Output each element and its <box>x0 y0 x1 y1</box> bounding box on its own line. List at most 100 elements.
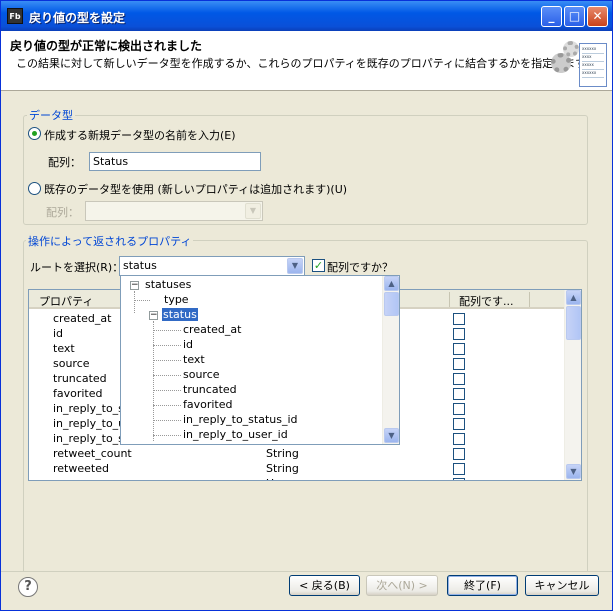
row-property: favorited <box>53 387 103 400</box>
scroll-up-icon[interactable]: ▲ <box>384 276 399 291</box>
tree-connector <box>153 345 181 346</box>
existing-type-radio-label[interactable]: 既存のデータ型を使用 (新しいプロパティは追加されます)(U) <box>44 181 347 197</box>
row-array-checkbox[interactable] <box>453 358 465 370</box>
tree-node-source[interactable]: source <box>182 368 221 381</box>
table-row[interactable]: retweet_count String <box>29 447 566 462</box>
column-header-is-array[interactable]: 配列です... <box>459 293 514 309</box>
tree-connector <box>134 291 135 313</box>
tree-connector <box>153 420 181 421</box>
tree-node-in-reply-to-user-id[interactable]: in_reply_to_user_id <box>182 428 289 441</box>
row-type: U <box>266 477 274 480</box>
form-card-icon: xxxxxx xxxx xxxxx xxxxxx <box>579 43 607 87</box>
existing-type-radio[interactable] <box>28 182 41 195</box>
row-property: retweet_count <box>53 447 132 460</box>
tree-node-truncated[interactable]: truncated <box>182 383 238 396</box>
table-row[interactable]: U <box>29 477 566 480</box>
row-array-checkbox[interactable] <box>453 478 465 480</box>
row-array-checkbox[interactable] <box>453 418 465 430</box>
tree-connector <box>153 405 181 406</box>
existing-array-select[interactable]: ▼ <box>85 201 263 221</box>
header-title: 戻り値の型が正常に検出されました <box>10 39 203 53</box>
row-array-checkbox[interactable] <box>453 463 465 475</box>
tree-scrollbar[interactable]: ▲ ▼ <box>382 276 399 444</box>
is-array-label[interactable]: 配列ですか？ <box>327 259 393 275</box>
tree-node-text[interactable]: text <box>182 353 206 366</box>
existing-array-label: 配列： <box>46 206 79 219</box>
maximize-button[interactable]: □ <box>564 6 585 27</box>
row-property: text <box>53 342 75 355</box>
new-array-label: 配列： <box>48 156 81 169</box>
wizard-footer: ? < 戻る(B) 次へ(N) > 終了(F) キャンセル <box>1 571 612 610</box>
scroll-up-icon[interactable]: ▲ <box>566 290 581 305</box>
column-separator[interactable] <box>449 292 450 307</box>
tree-connector <box>153 330 181 331</box>
row-array-checkbox[interactable] <box>453 343 465 355</box>
cancel-button[interactable]: キャンセル <box>525 575 599 596</box>
root-select[interactable]: status ▼ <box>119 256 305 276</box>
next-button[interactable]: 次へ(N) > <box>366 575 438 596</box>
chevron-down-icon[interactable]: ▼ <box>287 258 303 274</box>
tree-connector <box>153 321 154 441</box>
properties-group-title: 操作によって返されるプロパティ <box>26 233 194 249</box>
new-array-input[interactable]: Status <box>89 152 261 171</box>
row-property: created_at <box>53 312 112 325</box>
tree-node-created-at[interactable]: created_at <box>182 323 242 336</box>
close-button[interactable]: ✕ <box>587 6 608 27</box>
row-array-checkbox[interactable] <box>453 433 465 445</box>
chevron-down-icon[interactable]: ▼ <box>245 203 261 219</box>
row-property: in_reply_to_sc <box>53 432 130 445</box>
row-property: id <box>53 327 64 340</box>
tree-node-status[interactable]: status <box>162 308 198 321</box>
back-button[interactable]: < 戻る(B) <box>289 575 360 596</box>
tree-connector <box>134 300 150 301</box>
table-row[interactable]: retweeted String <box>29 462 566 477</box>
minimize-button[interactable]: _ <box>541 6 562 27</box>
tree-node-statuses[interactable]: statuses <box>144 278 192 291</box>
row-type: String <box>266 462 299 475</box>
tree-node-type[interactable]: type <box>163 293 190 306</box>
column-header-property[interactable]: プロパティ <box>39 293 93 309</box>
column-separator[interactable] <box>529 292 530 307</box>
help-icon[interactable]: ? <box>18 577 38 597</box>
form-line: xxxxxx <box>582 70 604 78</box>
root-select-label: ルートを選択(R)： <box>30 261 124 274</box>
tree-node-favorited[interactable]: favorited <box>182 398 234 411</box>
title-bar[interactable]: Fb 戻り値の型を設定 _ □ ✕ <box>1 1 612 31</box>
is-array-checkbox[interactable]: ✓ <box>312 259 325 272</box>
tree-node-id[interactable]: id <box>182 338 194 351</box>
form-line: xxxxxx <box>582 46 604 54</box>
row-array-checkbox[interactable] <box>453 373 465 385</box>
row-property: truncated <box>53 372 107 385</box>
new-type-radio-label[interactable]: 作成する新規データ型の名前を入力(E) <box>44 127 236 143</box>
new-type-radio[interactable] <box>28 127 41 140</box>
root-select-value: status <box>123 259 157 272</box>
row-type: String <box>266 447 299 460</box>
tree-connector <box>153 390 181 391</box>
scroll-down-icon[interactable]: ▼ <box>566 464 581 479</box>
tree-collapse-icon[interactable]: − <box>149 311 158 320</box>
tree-connector <box>153 375 181 376</box>
tree-connector <box>153 360 181 361</box>
row-array-checkbox[interactable] <box>453 328 465 340</box>
row-array-checkbox[interactable] <box>453 448 465 460</box>
row-array-checkbox[interactable] <box>453 313 465 325</box>
table-scrollbar[interactable]: ▲ ▼ <box>564 290 581 480</box>
form-line: xxxxx <box>582 62 604 70</box>
gear-small-icon <box>563 41 579 57</box>
header-description: この結果に対して新しいデータ型を作成するか、これらのプロパティを既存のプロパティ… <box>16 57 597 70</box>
row-property: source <box>53 357 90 370</box>
finish-button[interactable]: 終了(F) <box>447 575 518 596</box>
scroll-thumb[interactable] <box>566 306 581 340</box>
gear-form-icon: xxxxxx xxxx xxxxx xxxxxx <box>549 39 609 89</box>
scroll-down-icon[interactable]: ▼ <box>384 428 399 443</box>
tree-node-in-reply-to-status-id[interactable]: in_reply_to_status_id <box>182 413 299 426</box>
tree-collapse-icon[interactable]: − <box>130 281 139 290</box>
flash-builder-icon: Fb <box>7 8 23 24</box>
row-array-checkbox[interactable] <box>453 403 465 415</box>
scroll-thumb[interactable] <box>384 292 399 316</box>
row-array-checkbox[interactable] <box>453 388 465 400</box>
row-property: retweeted <box>53 462 109 475</box>
form-line: xxxx <box>582 54 604 62</box>
dialog-window: Fb 戻り値の型を設定 _ □ ✕ 戻り値の型が正常に検出されました この結果に… <box>0 0 613 611</box>
root-tree-dropdown[interactable]: − statuses type − status created_at id t… <box>120 275 400 445</box>
